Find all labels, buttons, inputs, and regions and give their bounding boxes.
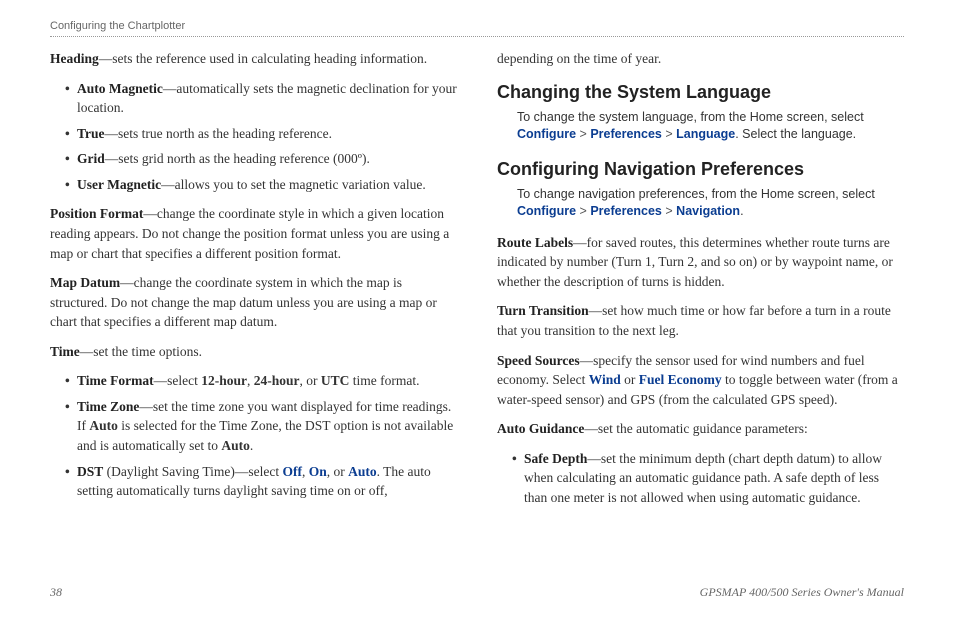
- list-item: DST (Daylight Saving Time)—select Off, O…: [65, 462, 457, 501]
- gt-icon: >: [580, 127, 587, 141]
- term-position-format: Position Format: [50, 206, 143, 221]
- position-format: Position Format—change the coordinate st…: [50, 204, 457, 263]
- heading-nav-prefs: Configuring Navigation Preferences: [497, 156, 904, 182]
- term-grid: Grid: [77, 151, 105, 166]
- page-footer: 38 GPSMAP 400/500 Series Owner's Manual: [50, 585, 904, 600]
- heading-options-list: Auto Magnetic—automatically sets the mag…: [50, 79, 457, 195]
- time-intro-text: —set the time options.: [80, 344, 202, 359]
- opt-auto2: Auto: [221, 438, 250, 453]
- time-intro: Time—set the time options.: [50, 342, 457, 362]
- opt-auto: Auto: [348, 464, 377, 479]
- nav-configure2: Configure: [517, 204, 576, 218]
- gt-icon: >: [665, 204, 672, 218]
- route-labels: Route Labels—for saved routes, this dete…: [497, 233, 904, 292]
- list-item: User Magnetic—allows you to set the magn…: [65, 175, 457, 195]
- term-map-datum: Map Datum: [50, 275, 120, 290]
- auto-guidance: Auto Guidance—set the automatic guidance…: [497, 419, 904, 439]
- nav-preferences2: Preferences: [590, 204, 662, 218]
- tz-mid: is selected for the Time Zone, the DST o…: [77, 418, 453, 453]
- dst-c2: , or: [327, 464, 348, 479]
- list-item: Time Format—select 12-hour, 24-hour, or …: [65, 371, 457, 391]
- term-heading: Heading: [50, 51, 99, 66]
- page-number: 38: [50, 585, 62, 600]
- heading-intro: Heading—sets the reference used in calcu…: [50, 49, 457, 69]
- term-turn-transition: Turn Transition: [497, 303, 589, 318]
- li-text: —sets true north as the heading referenc…: [105, 126, 333, 141]
- term-dst: DST: [77, 464, 103, 479]
- list-item: Grid—sets grid north as the heading refe…: [65, 149, 457, 169]
- dst-c1: ,: [302, 464, 309, 479]
- nav-language: Language: [676, 127, 735, 141]
- map-datum: Map Datum—change the coordinate system i…: [50, 273, 457, 332]
- term-auto-magnetic: Auto Magnetic: [77, 81, 163, 96]
- opt-wind: Wind: [589, 372, 621, 387]
- manual-title: GPSMAP 400/500 Series Owner's Manual: [700, 585, 904, 600]
- lang-pre: To change the system language, from the …: [517, 110, 864, 124]
- term-route-labels: Route Labels: [497, 235, 573, 250]
- term-user-magnetic: User Magnetic: [77, 177, 161, 192]
- heading-intro-text: —sets the reference used in calculating …: [99, 51, 427, 66]
- term-true: True: [77, 126, 105, 141]
- nav-pre: To change navigation preferences, from t…: [517, 187, 875, 201]
- nav-preferences: Preferences: [590, 127, 662, 141]
- term-time-zone: Time Zone: [77, 399, 139, 414]
- list-item: Safe Depth—set the minimum depth (chart …: [512, 449, 904, 508]
- opt-12h: 12-hour: [201, 373, 247, 388]
- header-section-label: Configuring the Chartplotter: [50, 20, 904, 37]
- list-item: True—sets true north as the heading refe…: [65, 124, 457, 144]
- tf-c2: , or: [300, 373, 321, 388]
- nav-configure: Configure: [517, 127, 576, 141]
- list-item: Time Zone—set the time zone you want dis…: [65, 397, 457, 456]
- tf-c1: ,: [247, 373, 254, 388]
- nav-post: .: [740, 204, 743, 218]
- lang-post: . Select the language.: [735, 127, 856, 141]
- turn-transition: Turn Transition—set how much time or how…: [497, 301, 904, 340]
- left-column: Heading—sets the reference used in calcu…: [50, 49, 457, 518]
- tf-post: time format.: [349, 373, 419, 388]
- nav-instruction: To change navigation preferences, from t…: [497, 186, 904, 221]
- dst-extra: (Daylight Saving Time)—select: [103, 464, 282, 479]
- opt-off: Off: [283, 464, 303, 479]
- content-columns: Heading—sets the reference used in calcu…: [50, 49, 904, 518]
- li-text: —allows you to set the magnetic variatio…: [161, 177, 426, 192]
- opt-on: On: [309, 464, 327, 479]
- gt-icon: >: [665, 127, 672, 141]
- term-time-format: Time Format: [77, 373, 154, 388]
- opt-utc: UTC: [321, 373, 350, 388]
- list-item: Auto Magnetic—automatically sets the mag…: [65, 79, 457, 118]
- auto-guidance-list: Safe Depth—set the minimum depth (chart …: [497, 449, 904, 508]
- term-safe-depth: Safe Depth: [524, 451, 587, 466]
- opt-24h: 24-hour: [254, 373, 300, 388]
- dst-continuation: depending on the time of year.: [497, 49, 904, 69]
- time-options-list: Time Format—select 12-hour, 24-hour, or …: [50, 371, 457, 500]
- tf-pre: —select: [154, 373, 202, 388]
- auto-guidance-text: —set the automatic guidance parameters:: [584, 421, 807, 436]
- heading-change-language: Changing the System Language: [497, 79, 904, 105]
- right-column: depending on the time of year. Changing …: [497, 49, 904, 518]
- ss-mid: or: [621, 372, 639, 387]
- opt-fuel-economy: Fuel Economy: [639, 372, 722, 387]
- term-time: Time: [50, 344, 80, 359]
- term-speed-sources: Speed Sources: [497, 353, 580, 368]
- speed-sources: Speed Sources—specify the sensor used fo…: [497, 351, 904, 410]
- gt-icon: >: [580, 204, 587, 218]
- nav-navigation: Navigation: [676, 204, 740, 218]
- tz-post: .: [250, 438, 253, 453]
- li-text: —sets grid north as the heading referenc…: [105, 151, 370, 166]
- language-instruction: To change the system language, from the …: [497, 109, 904, 144]
- term-auto-guidance: Auto Guidance: [497, 421, 584, 436]
- opt-auto1: Auto: [89, 418, 118, 433]
